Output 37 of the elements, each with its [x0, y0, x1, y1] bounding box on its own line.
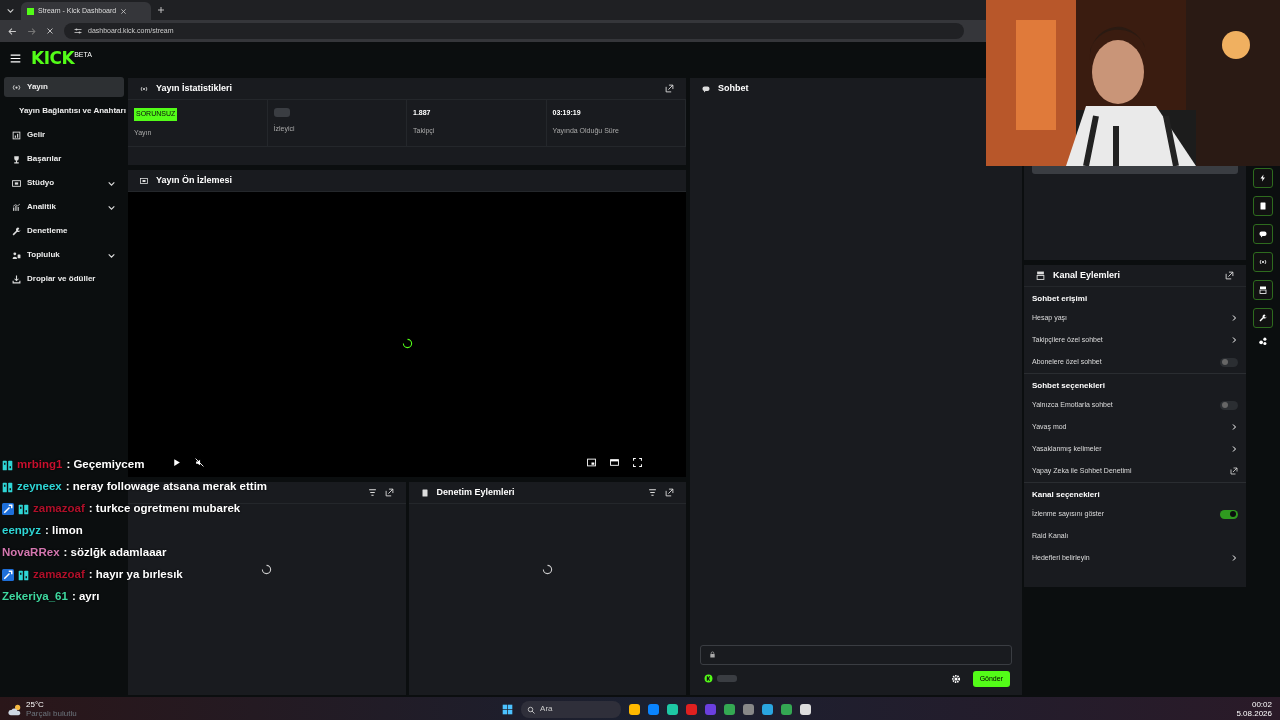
weather-text: Parçalı bulutlu — [26, 709, 77, 719]
logo-text[interactable]: KICK — [31, 45, 75, 72]
chat-username: mrbing1 — [17, 457, 63, 473]
panel-title: Yayın İstatistikleri — [156, 81, 234, 95]
panel-title: Kanal Eylemleri — [1053, 268, 1122, 282]
sidebar-item[interactable]: Gelir — [4, 125, 124, 145]
chat-message: : neray followage atsana merak ettim — [65, 479, 268, 495]
chat-message: : limon — [45, 523, 83, 539]
chat-username: eenpyz — [2, 523, 41, 539]
sidebar-item[interactable]: Yayın Bağlantısı ve Anahtarı — [4, 101, 124, 121]
chat-message: : ayrı — [71, 589, 100, 605]
sidebar-item[interactable]: Stüdyo — [4, 173, 124, 193]
clock-date: 5.08.2026 — [1236, 709, 1272, 719]
chat-message: : Geçemiycem — [66, 457, 145, 473]
section-heading: Sohbet seçenekleri — [1031, 380, 1106, 392]
chat-username: NovaRRex — [2, 545, 60, 561]
chat-message: : turkce ogretmenı mubarek — [88, 501, 241, 517]
temperature: 25°C — [26, 700, 45, 710]
sidebar-item[interactable]: Droplar ve ödüller — [4, 269, 124, 289]
chat-username: zamazoaf — [33, 567, 85, 583]
section-heading: Kanal seçenekleri — [1031, 489, 1101, 501]
panel-title: Denetim Eylemleri — [436, 485, 516, 499]
clock-time: 00:02 — [1250, 700, 1272, 710]
panel-title: Sohbet — [718, 82, 749, 96]
chat-username: zeyneex — [17, 479, 62, 495]
sidebar-item[interactable]: Topluluk — [4, 245, 124, 265]
section-heading: Sohbet erişimi — [1031, 293, 1089, 305]
sidebar-item[interactable]: Analitik — [4, 197, 124, 217]
chat-username: zamazoaf — [33, 501, 85, 517]
search-box[interactable]: Ara — [521, 701, 622, 718]
sidebar-item[interactable]: Başarılar — [4, 149, 124, 169]
sidebar-item[interactable]: Denetleme — [4, 221, 124, 241]
panel-title: Yayın Ön İzlemesi — [156, 173, 233, 187]
chat-username: Zekeriya_61 — [2, 589, 68, 605]
chat-message: : sözlğk adamlaaar — [63, 545, 167, 561]
chat-message: : hayır ya bırlesık — [88, 567, 183, 583]
sidebar-item[interactable]: Yayın — [4, 77, 124, 97]
